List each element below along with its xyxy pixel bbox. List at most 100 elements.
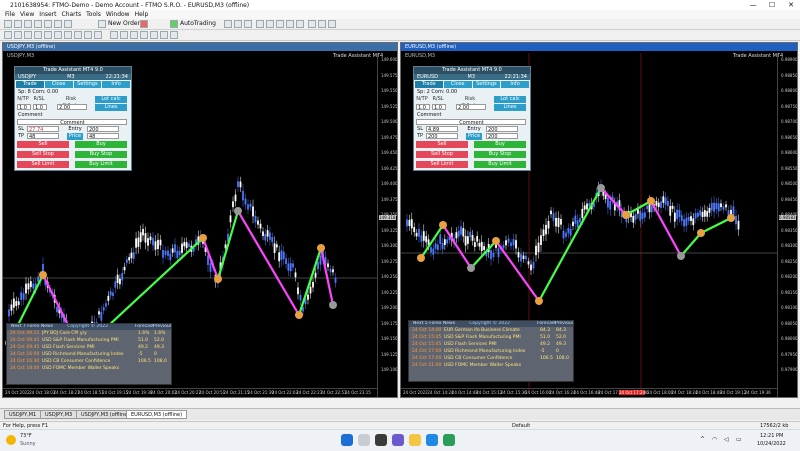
buy-limit-button[interactable]: Buy Limit bbox=[75, 161, 127, 168]
price-button[interactable]: Price bbox=[67, 133, 83, 140]
menu-file[interactable]: File bbox=[5, 11, 15, 18]
tab-info[interactable]: Info bbox=[102, 81, 130, 88]
weather-icon[interactable] bbox=[6, 435, 16, 445]
tab-settings[interactable]: Settings bbox=[472, 81, 501, 88]
new-chart-icon[interactable] bbox=[4, 20, 12, 28]
entry-input[interactable]: 200 bbox=[486, 126, 518, 133]
tile-windows-icon[interactable] bbox=[276, 20, 284, 28]
terminal-icon[interactable] bbox=[54, 20, 62, 28]
start-icon[interactable] bbox=[341, 434, 353, 446]
tab-trade[interactable]: Trade bbox=[16, 81, 44, 88]
m30-icon[interactable] bbox=[140, 31, 148, 39]
price-input[interactable]: 48 bbox=[87, 133, 119, 140]
lot-calc-button[interactable]: Lot calc bbox=[95, 96, 127, 103]
bar-chart-icon[interactable] bbox=[224, 20, 232, 28]
templates-icon[interactable] bbox=[328, 20, 336, 28]
news-row[interactable]: 24 Oct 16:30 USD CB Consumer Confidence 10… bbox=[7, 358, 171, 365]
sell-button[interactable]: Sell bbox=[17, 141, 69, 148]
menu-help[interactable]: Help bbox=[135, 11, 149, 18]
crosshair-icon[interactable] bbox=[14, 31, 22, 39]
time-scale[interactable]: 24 Oct 2022 24 Oct 14:24 24 Oct 14:48 24 Oc… bbox=[401, 388, 777, 397]
lines-button[interactable]: Lines bbox=[95, 104, 127, 111]
close-button[interactable]: ✕ bbox=[782, 0, 800, 10]
time-scale[interactable]: 24 Oct 2022 24 Oct 18:03 24 Oct 18:27 24 Oc… bbox=[3, 388, 377, 397]
buy-stop-button[interactable]: Buy Stop bbox=[75, 151, 127, 158]
h1-icon[interactable] bbox=[150, 31, 158, 39]
profiles-icon[interactable] bbox=[14, 20, 22, 28]
zoom-out-icon[interactable] bbox=[266, 20, 274, 28]
tp-input[interactable]: 200 bbox=[426, 133, 458, 140]
navigator-icon[interactable] bbox=[44, 20, 52, 28]
wifi-icon[interactable]: ◠ bbox=[712, 436, 717, 443]
label-icon[interactable] bbox=[84, 31, 92, 39]
autotrading-icon[interactable] bbox=[170, 20, 178, 28]
lines-button[interactable]: Lines bbox=[494, 104, 526, 111]
autoscroll-icon[interactable] bbox=[286, 20, 294, 28]
menu-insert[interactable]: Insert bbox=[39, 11, 56, 18]
rr-input[interactable]: 1.0 bbox=[432, 104, 446, 111]
buy-stop-button[interactable]: Buy Stop bbox=[474, 151, 526, 158]
periods-icon[interactable] bbox=[318, 20, 326, 28]
buy-button[interactable]: Buy bbox=[474, 141, 526, 148]
file-explorer-icon[interactable] bbox=[409, 434, 421, 446]
tab-usdjpy-m3[interactable]: USDJPY,M3 bbox=[40, 410, 78, 419]
price-button[interactable]: Price bbox=[466, 133, 482, 140]
metatrader-icon[interactable] bbox=[443, 434, 455, 446]
news-row[interactable]: 24 Oct 15:45 USD S&P Flash Manufacturing … bbox=[409, 334, 573, 341]
search-icon[interactable] bbox=[358, 434, 370, 446]
tp-input[interactable]: 48 bbox=[27, 133, 59, 140]
news-row[interactable]: 24 Oct 16:00 USD Richmond Manufacturing I… bbox=[7, 351, 171, 358]
risk-input[interactable]: 2.00 bbox=[456, 104, 486, 111]
metaeditor-icon[interactable] bbox=[140, 20, 148, 28]
buy-limit-button[interactable]: Buy Limit bbox=[474, 161, 526, 168]
trendline-icon[interactable] bbox=[44, 31, 52, 39]
m1-icon[interactable] bbox=[110, 31, 118, 39]
price-input[interactable]: 200 bbox=[486, 133, 518, 140]
sl-input[interactable]: 27.74 bbox=[27, 126, 59, 133]
h4-icon[interactable] bbox=[160, 31, 168, 39]
lot-calc-button[interactable]: Lot calc bbox=[494, 96, 526, 103]
menu-charts[interactable]: Charts bbox=[62, 11, 82, 18]
indicators-icon[interactable] bbox=[308, 20, 316, 28]
price-scale[interactable]: 149.600 149.575 149.550 149.525 149.500 149.4… bbox=[377, 53, 397, 397]
sell-limit-button[interactable]: Sell Limit bbox=[416, 161, 468, 168]
chat-icon[interactable] bbox=[392, 434, 404, 446]
sell-limit-button[interactable]: Sell Limit bbox=[17, 161, 69, 168]
minimize-button[interactable]: — bbox=[744, 0, 762, 10]
data-window-icon[interactable] bbox=[34, 20, 42, 28]
chart-shift-icon[interactable] bbox=[296, 20, 304, 28]
horizontal-line-icon[interactable] bbox=[34, 31, 42, 39]
vertical-line-icon[interactable] bbox=[24, 31, 32, 39]
news-row[interactable]: 24 Oct 09:15 JPY BOJ Core CPI y/y 1.6% 1.6% bbox=[7, 330, 171, 337]
clock-date[interactable]: 10/24/2022 bbox=[757, 441, 786, 447]
tab-trade[interactable]: Trade bbox=[415, 81, 443, 88]
tab-close[interactable]: Close bbox=[443, 81, 472, 88]
task-view-icon[interactable] bbox=[375, 434, 387, 446]
panel-title[interactable]: Trade Assistant MT4 9.0 bbox=[414, 67, 530, 74]
news-row[interactable]: 24 Oct 17:00 USD CB Consumer Confidence 10… bbox=[409, 355, 573, 362]
zoom-in-icon[interactable] bbox=[256, 20, 264, 28]
new-order-button[interactable]: New Order bbox=[108, 20, 140, 28]
battery-icon[interactable]: ▭ bbox=[736, 436, 742, 443]
comment-input[interactable]: Comment bbox=[416, 119, 526, 126]
tray-chevron-icon[interactable]: ^ bbox=[700, 436, 705, 443]
tab-info[interactable]: Info bbox=[501, 81, 529, 88]
m15-icon[interactable] bbox=[130, 31, 138, 39]
maximize-button[interactable]: ☐ bbox=[763, 0, 781, 10]
menu-tools[interactable]: Tools bbox=[86, 11, 101, 18]
line-chart-icon[interactable] bbox=[244, 20, 252, 28]
sl-input[interactable]: 4.89 bbox=[426, 126, 458, 133]
tab-eurusd-m3-offline[interactable]: EURUSD,M3 (offline) bbox=[126, 410, 188, 419]
tab-close[interactable]: Close bbox=[44, 81, 73, 88]
sell-stop-button[interactable]: Sell Stop bbox=[416, 151, 468, 158]
news-row[interactable]: 24 Oct 21:00 USD FOMC Member Waller Speak… bbox=[409, 362, 573, 369]
buy-button[interactable]: Buy bbox=[75, 141, 127, 148]
news-row[interactable]: 24 Oct 18:00 USD FOMC Member Waller Speak… bbox=[7, 365, 171, 372]
news-row[interactable]: 24 Oct 09:45 USD Flash Services PMI 49.2 49… bbox=[7, 344, 171, 351]
cursor-icon[interactable] bbox=[4, 31, 12, 39]
panel-title[interactable]: Trade Assistant MT4 9.0 bbox=[15, 67, 131, 74]
news-row[interactable]: 24 Oct 09:45 USD S&P Flash Manufacturing … bbox=[7, 337, 171, 344]
rr-input[interactable]: 1.0 bbox=[33, 104, 47, 111]
volume-icon[interactable]: ◁ bbox=[724, 436, 729, 443]
menu-view[interactable]: View bbox=[20, 11, 34, 18]
